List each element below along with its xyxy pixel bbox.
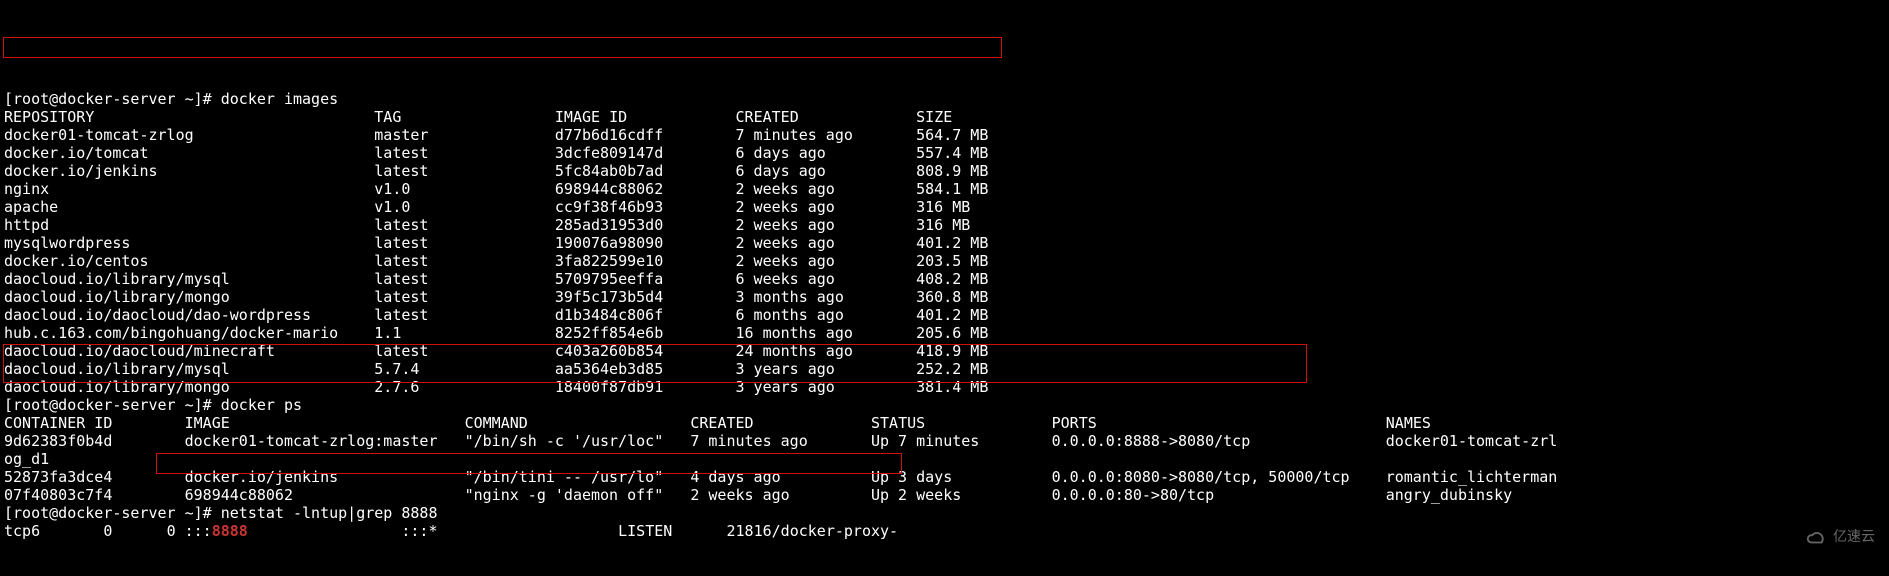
docker-ps-output: 9d62383f0b4d docker01-tomcat-zrlog:maste… bbox=[4, 432, 1889, 504]
docker-images-output: docker01-tomcat-zrlog master d77b6d16cdf… bbox=[4, 126, 1889, 396]
command-docker-images: docker images bbox=[221, 90, 338, 108]
command-docker-ps: docker ps bbox=[221, 396, 302, 414]
command-netstat: netstat -lntup|grep 8888 bbox=[221, 504, 438, 522]
prompt-line: [root@docker-server ~]# bbox=[4, 90, 221, 108]
highlight-image-row bbox=[3, 37, 1002, 58]
images-header: REPOSITORY TAG IMAGE ID CREATED SIZE bbox=[4, 108, 952, 126]
terminal[interactable]: [root@docker-server ~]# docker images RE… bbox=[0, 72, 1889, 540]
prompt-line: [root@docker-server ~]# bbox=[4, 504, 221, 522]
ps-header: CONTAINER ID IMAGE COMMAND CREATED STATU… bbox=[4, 414, 1431, 432]
watermark: 亿速云 bbox=[1805, 526, 1875, 548]
netstat-output: tcp6 0 0 :::8888 :::* LISTEN 21816/docke… bbox=[4, 522, 898, 540]
port-highlight: 8888 bbox=[212, 522, 248, 540]
prompt-line: [root@docker-server ~]# bbox=[4, 396, 221, 414]
cloud-icon bbox=[1805, 526, 1827, 548]
